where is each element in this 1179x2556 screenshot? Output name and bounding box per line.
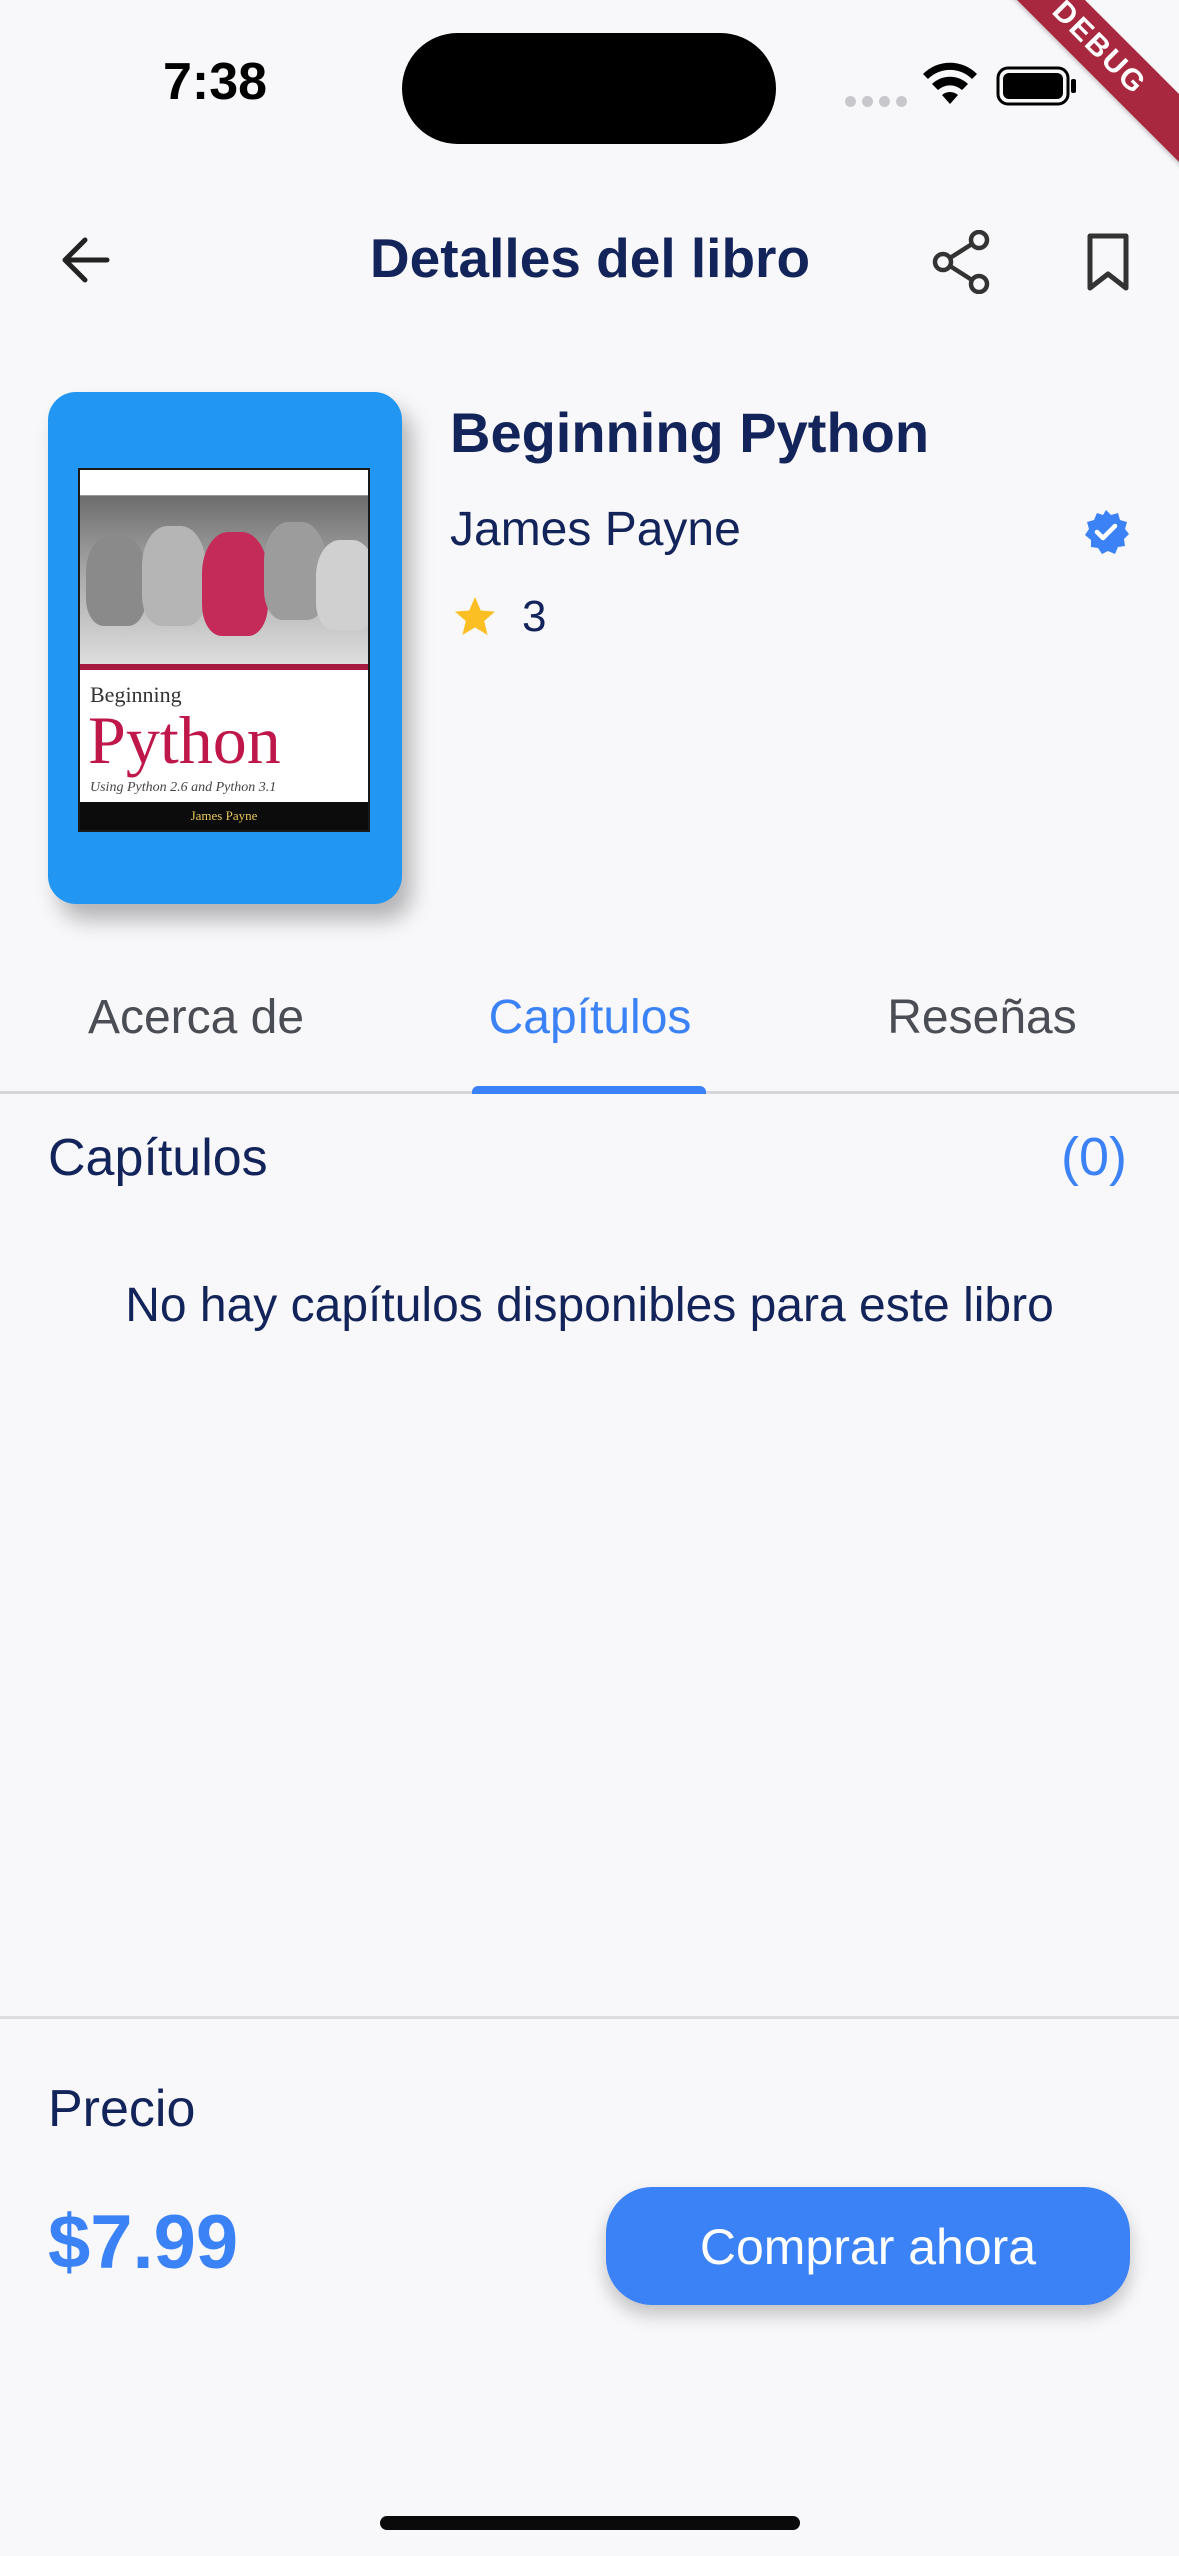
cover-subtitle: Using Python 2.6 and Python 3.1 [90,780,277,795]
back-button[interactable] [40,220,130,300]
cover-author: James Payne [80,802,368,830]
cellular-signal-icon [845,96,907,107]
book-title: Beginning Python [450,401,930,464]
home-indicator[interactable] [380,2516,800,2530]
chapter-count: (0) [1061,1127,1127,1187]
cover-band [80,664,368,670]
price-label: Precio [48,2080,196,2138]
page-title: Detalles del libro [369,227,811,289]
chapters-section-title: Capítulos [48,1129,268,1187]
arrow-left-icon [62,237,110,283]
rating-value: 3 [522,592,547,641]
tab-chapters[interactable]: Capítulos [460,990,720,1090]
tab-bar: Acerca de Capítulos Reseñas [0,980,1179,1094]
battery-icon [996,66,1076,106]
cover-publisher-strip [80,470,368,496]
cover-photo [80,496,368,664]
cover-python-text: Python [88,702,281,778]
share-icon [932,230,990,294]
bookmark-icon [1087,233,1129,291]
tab-reviews[interactable]: Reseñas [850,990,1114,1090]
verified-badge-icon [1085,510,1129,554]
book-cover-image: Beginning Python Using Python 2.6 and Py… [78,468,370,832]
book-author[interactable]: James Payne [450,502,741,557]
app-bar: Detalles del libro [0,190,1179,330]
rating: 3 [452,592,546,642]
wifi-icon [923,62,977,104]
status-time: 7:38 [162,53,268,111]
bookmark-button[interactable] [1066,220,1150,304]
active-tab-indicator [472,1086,706,1094]
empty-chapters-message: No hay capítulos disponibles para este l… [125,1279,1054,1332]
dynamic-island [402,33,776,144]
star-icon [455,597,495,635]
buy-now-button[interactable]: Comprar ahora [606,2187,1130,2305]
status-bar: 7:38 DEBUG [0,0,1179,179]
share-button[interactable] [920,220,1004,304]
price-value: $7.99 [48,2200,239,2285]
tab-about[interactable]: Acerca de [46,990,346,1090]
book-cover: Beginning Python Using Python 2.6 and Py… [48,392,402,904]
purchase-bar: Precio $7.99 Comprar ahora [0,2016,1179,2556]
